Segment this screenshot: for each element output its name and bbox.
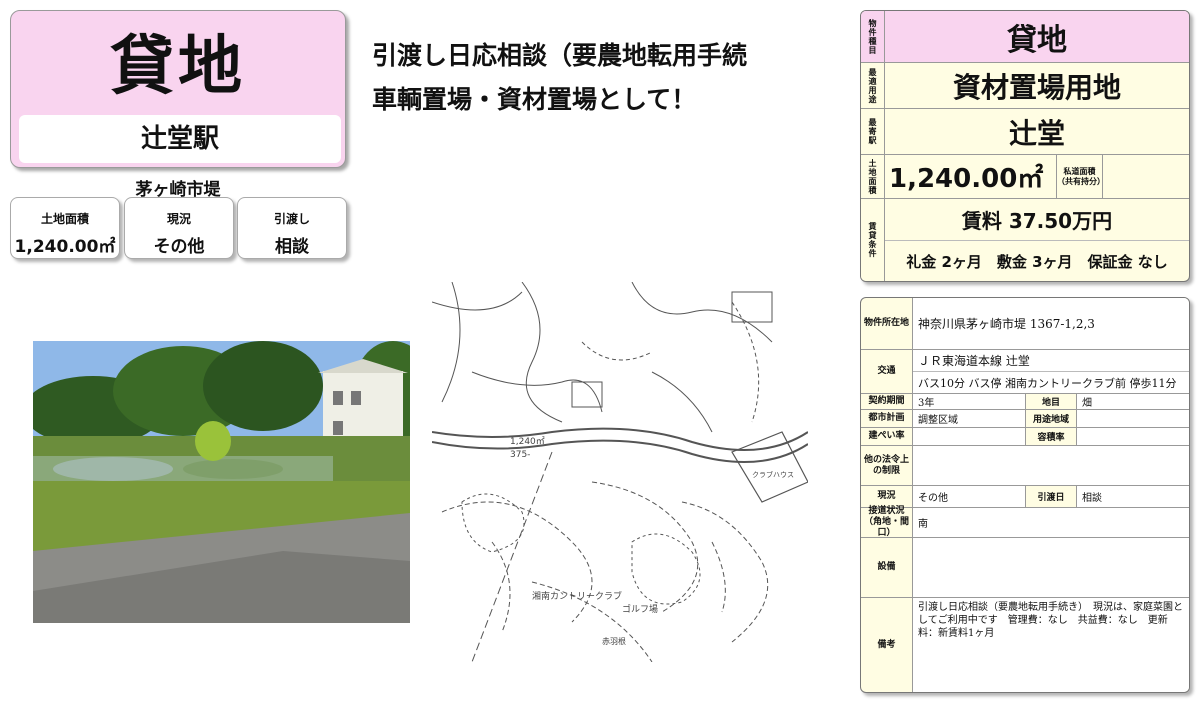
location-map: 1,240㎡ 375- クラブハウス 湘南カントリークラブ ゴルフ場 赤羽根 [432, 282, 808, 662]
summary-value-type: 貸地 [885, 11, 1189, 62]
summary-terms-value: 礼金 2ヶ月 敷金 3ヶ月 保証金 なし [906, 252, 1168, 271]
info-value: 相談 [275, 237, 309, 257]
detail-value-city-plan: 調整区域 [913, 410, 1025, 427]
detail-label: 物件所在地 [861, 298, 913, 349]
summary-label: 物件種目 [861, 11, 885, 62]
map-label-golf: ゴルフ場 [622, 603, 658, 615]
detail-label: 用途地域 [1025, 410, 1077, 427]
summary-row-land: 土地面積 1,240.00㎡ 私道面積（共有持分） [861, 155, 1189, 199]
detail-row-facility: 設備 [861, 538, 1189, 598]
detail-label: 引渡日 [1025, 486, 1077, 507]
detail-label: 交通 [861, 350, 913, 393]
summary-row-use: 最適用途 資材置場用地 [861, 63, 1189, 109]
summary-row-station: 最寄駅 辻堂 [861, 109, 1189, 155]
station-name: 辻堂駅 [19, 115, 341, 163]
info-value: その他 [153, 237, 205, 257]
detail-row-status: 現況 その他 引渡日 相談 [861, 486, 1189, 508]
summary-label: 最寄駅 [861, 109, 885, 154]
detail-value-bcr [913, 428, 1025, 445]
detail-label: 地目 [1025, 394, 1077, 409]
summary-row-type: 物件種目 貸地 [861, 11, 1189, 63]
detail-label: 都市計画 [861, 410, 913, 427]
info-box-handover: 引渡し 相談 [237, 197, 347, 259]
info-label: 現況 [166, 212, 191, 226]
summary-label: 賃貸条件 [861, 199, 885, 281]
detail-row-address: 物件所在地 神奈川県茅ヶ崎市堤 1367-1,2,3 [861, 298, 1189, 350]
summary-value-use: 資材置場用地 [952, 70, 1121, 104]
summary-table: 物件種目 貸地 最適用途 資材置場用地 最寄駅 辻堂 土地面積 1,240.00… [860, 10, 1190, 282]
detail-row-city-plan: 都市計画 調整区域 用途地域 [861, 410, 1189, 428]
headline: 引渡し日応相談（要農地転用手続 車輌置場・資材置場として！ [372, 34, 842, 122]
detail-label: 接道状況（角地・間口） [861, 506, 913, 538]
detail-label: 建ぺい率 [861, 428, 913, 445]
headline-line-1: 引渡し日応相談（要農地転用手続 [372, 41, 748, 70]
detail-row-bcr: 建ぺい率 容積率 [861, 428, 1189, 446]
info-label: 土地面積 [40, 212, 89, 226]
detail-value-transport-1: ＪＲ東海道本線 辻堂 [913, 350, 1189, 372]
detail-value-zoning [1077, 410, 1189, 427]
summary-row-rent: 賃貸条件 賃料 37.50万円 礼金 2ヶ月 敷金 3ヶ月 保証金 なし [861, 199, 1189, 281]
detail-value-contract: 3年 [913, 394, 1025, 409]
detail-label: 備考 [861, 598, 913, 692]
detail-row-remarks: 備考 引渡し日応相談（要農地転用手続き） 現況は、家庭菜園としてご利用中です 管… [861, 598, 1189, 692]
info-value: 1,240.00㎡ [14, 237, 116, 257]
title-card: 貸地 辻堂駅 [10, 10, 346, 168]
info-label: 引渡し [273, 212, 310, 226]
detail-table: 物件所在地 神奈川県茅ヶ崎市堤 1367-1,2,3 交通 ＪＲ東海道本線 辻堂… [860, 297, 1190, 693]
detail-label: 他の法令上の制限 [861, 446, 913, 485]
detail-row-road: 接道状況（角地・間口） 南 [861, 506, 1189, 538]
summary-label-private-road: 私道面積（共有持分） [1057, 155, 1105, 198]
detail-value-facility [913, 538, 1189, 597]
headline-line-2: 車輌置場・資材置場として！ [372, 85, 697, 114]
summary-label: 土地面積 [861, 155, 885, 198]
detail-value-road: 南 [913, 508, 1189, 537]
detail-label: 現況 [861, 486, 913, 507]
map-label-area: 1,240㎡ [510, 436, 545, 447]
map-label-lot: 375- [510, 450, 530, 460]
detail-value-handover: 相談 [1077, 486, 1189, 507]
detail-label: 設備 [861, 538, 913, 597]
map-label-country-club: 湘南カントリークラブ [532, 590, 622, 602]
property-type-title: 貸地 [110, 30, 246, 104]
detail-value-transport-2: バス10分 バス停 湘南カントリークラブ前 停歩11分 [913, 372, 1189, 393]
map-label-clubhouse: クラブハウス [752, 470, 794, 479]
detail-value-landcat: 畑 [1077, 394, 1189, 409]
detail-row-transport: 交通 ＪＲ東海道本線 辻堂 バス10分 バス停 湘南カントリークラブ前 停歩11… [861, 350, 1189, 394]
summary-label: 最適用途 [861, 63, 885, 108]
summary-value-land: 1,240.00㎡ [885, 155, 1057, 198]
detail-value-far [1077, 428, 1189, 445]
detail-value-remarks: 引渡し日応相談（要農地転用手続き） 現況は、家庭菜園としてご利用中です 管理費：… [913, 598, 1189, 692]
detail-row-other-law: 他の法令上の制限 [861, 446, 1189, 486]
map-label-shrine: 赤羽根 [602, 636, 626, 646]
info-box-land-area: 土地面積 1,240.00㎡ [10, 197, 120, 259]
summary-rent-block: 賃料 37.50万円 礼金 2ヶ月 敷金 3ヶ月 保証金 なし [885, 199, 1189, 281]
detail-value-status: その他 [913, 486, 1025, 507]
detail-row-contract: 契約期間 3年 地目 畑 [861, 394, 1189, 410]
detail-label: 契約期間 [861, 394, 913, 409]
detail-transport-block: ＪＲ東海道本線 辻堂 バス10分 バス停 湘南カントリークラブ前 停歩11分 [913, 350, 1189, 393]
summary-value-station: 辻堂 [1008, 116, 1065, 150]
property-photo [33, 341, 410, 623]
info-box-status: 現況 その他 [124, 197, 234, 259]
detail-label: 容積率 [1025, 428, 1077, 445]
summary-value-private-road [1103, 155, 1189, 198]
detail-value-address: 神奈川県茅ヶ崎市堤 1367-1,2,3 [913, 298, 1189, 349]
summary-rent-value: 賃料 37.50万円 [885, 199, 1189, 241]
detail-value-other-law [913, 446, 1189, 485]
